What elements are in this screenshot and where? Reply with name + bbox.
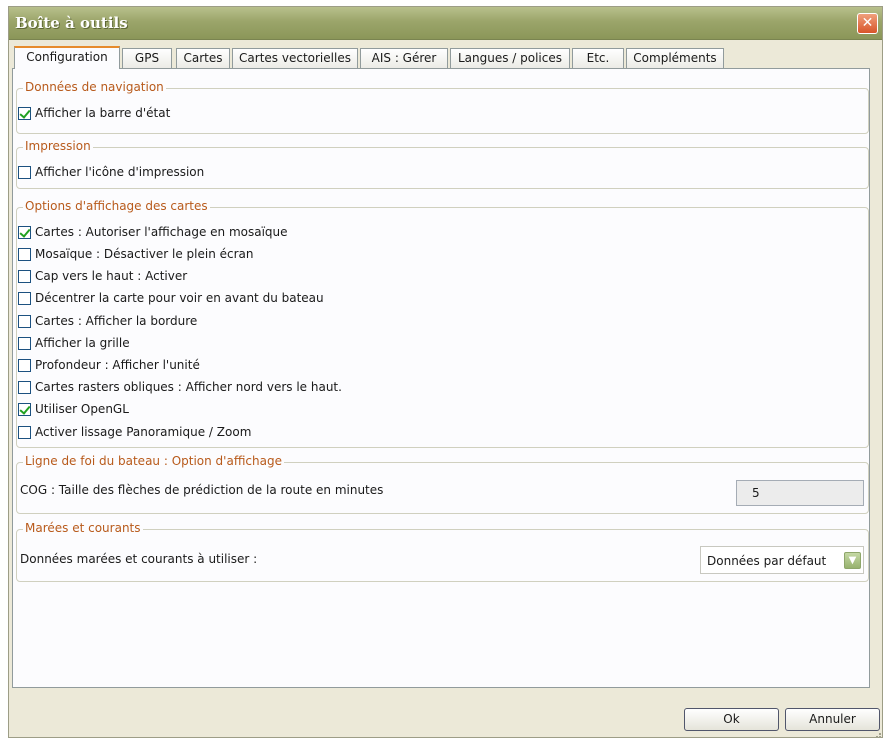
tab-gps[interactable]: GPS [122,48,172,68]
tides-label: Données marées et courants à utiliser : [20,552,258,566]
checkbox-status-bar[interactable]: Afficher la barre d'état [18,105,170,121]
close-button[interactable]: ✕ [857,13,878,34]
tides-data-select[interactable]: Données par défaut ▼ [700,546,864,574]
checkbox-disable-fullscreen[interactable]: Mosaïque : Désactiver le plein écran [18,246,254,262]
checkbox-label: Utiliser OpenGL [35,402,129,416]
checkbox-smooth-pan-zoom[interactable]: Activer lissage Panoramique / Zoom [18,424,251,440]
checkbox-label: Afficher l'icône d'impression [35,165,205,179]
tab-cartes-vectorielles[interactable]: Cartes vectorielles [232,48,358,68]
group-title: Options d'affichage des cartes [23,199,210,213]
checkbox-label: Cartes : Afficher la bordure [35,314,198,328]
tab-cartes[interactable]: Cartes [176,48,230,68]
checkbox-print-icon[interactable]: Afficher l'icône d'impression [18,164,204,180]
checkbox-label: Cartes rasters obliques : Afficher nord … [35,380,342,394]
cog-label: COG : Taille des flèches de prédiction d… [20,483,384,497]
checkbox-box[interactable] [18,225,31,239]
checkbox-label: Afficher la barre d'état [35,106,171,120]
close-icon: ✕ [861,15,874,31]
tab-configuration[interactable]: Configuration [14,46,120,69]
checkbox-depth-unit[interactable]: Profondeur : Afficher l'unité [18,357,200,373]
group-title: Données de navigation [23,80,166,94]
cancel-button[interactable]: Annuler [785,708,880,731]
checkbox-box[interactable] [18,358,31,372]
checkbox-box[interactable] [18,247,31,261]
checkbox-chart-border[interactable]: Cartes : Afficher la bordure [18,313,197,329]
ok-button[interactable]: Ok [684,708,779,731]
checkbox-label: Décentrer la carte pour voir en avant du… [35,291,324,305]
checkbox-box[interactable] [18,291,31,305]
tab-complements[interactable]: Compléments [626,48,724,68]
group-title: Ligne de foi du bateau : Option d'affich… [23,454,284,468]
checkbox-box[interactable] [18,165,31,179]
checkbox-box[interactable] [18,425,31,439]
checkbox-skewed-north-up[interactable]: Cartes rasters obliques : Afficher nord … [18,379,342,395]
checkbox-course-up[interactable]: Cap vers le haut : Activer [18,268,187,284]
checkbox-box[interactable] [18,106,31,120]
checkbox-box[interactable] [18,402,31,416]
tab-langues-polices[interactable]: Langues / polices [450,48,570,68]
cog-minutes-input[interactable]: 5 [736,480,864,506]
tab-etc[interactable]: Etc. [572,48,624,68]
checkbox-label: Afficher la grille [35,336,130,350]
group-title: Marées et courants [23,521,143,535]
resize-grip-icon[interactable] [872,729,882,739]
checkbox-tiling[interactable]: Cartes : Autoriser l'affichage en mosaïq… [18,224,288,240]
checkbox-label: Activer lissage Panoramique / Zoom [35,425,252,439]
checkbox-box[interactable] [18,380,31,394]
checkbox-label: Mosaïque : Désactiver le plein écran [35,247,254,261]
title-bar[interactable]: Boîte à outils ✕ [9,7,882,40]
checkbox-box[interactable] [18,314,31,328]
checkbox-look-ahead[interactable]: Décentrer la carte pour voir en avant du… [18,290,324,306]
select-value: Données par défaut [707,554,827,568]
chevron-down-icon[interactable]: ▼ [844,552,861,569]
group-title: Impression [23,139,93,153]
checkbox-box[interactable] [18,269,31,283]
checkbox-label: Cap vers le haut : Activer [35,269,188,283]
checkbox-box[interactable] [18,336,31,350]
checkbox-grid[interactable]: Afficher la grille [18,335,130,351]
checkbox-opengl[interactable]: Utiliser OpenGL [18,401,129,417]
tab-ais[interactable]: AIS : Gérer [360,48,448,68]
checkbox-label: Profondeur : Afficher l'unité [35,358,200,372]
window-title: Boîte à outils [15,14,128,32]
checkbox-label: Cartes : Autoriser l'affichage en mosaïq… [35,225,288,239]
